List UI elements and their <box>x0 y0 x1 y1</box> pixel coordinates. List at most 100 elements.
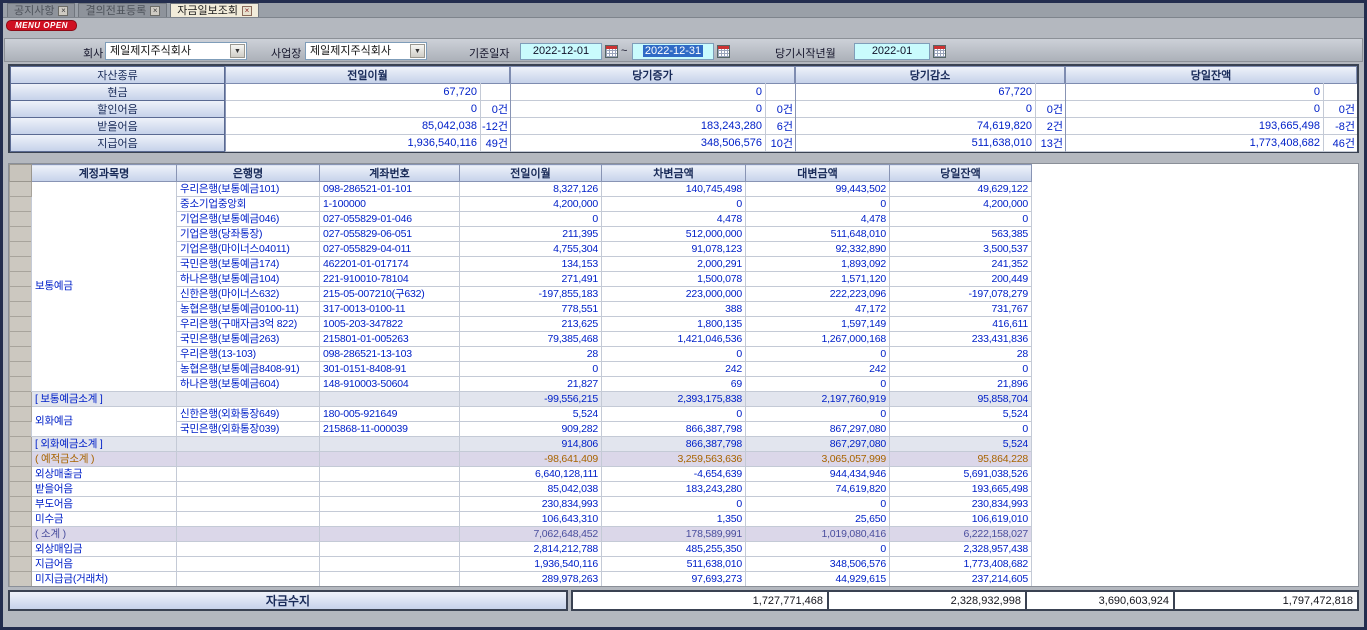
row-indicator[interactable] <box>10 332 32 347</box>
row-indicator[interactable] <box>10 242 32 257</box>
cell-debit: 0 <box>602 347 746 362</box>
calendar-icon[interactable] <box>933 45 946 58</box>
calendar-icon[interactable] <box>717 45 730 58</box>
cell-credit: 867,297,080 <box>746 422 890 437</box>
cell-prev: 0 <box>460 212 602 227</box>
row-indicator[interactable] <box>10 362 32 377</box>
site-select[interactable]: 제일제지주식회사 <box>305 42 427 60</box>
tab-close-icon[interactable] <box>58 6 68 16</box>
summary-count: 0건 <box>1323 100 1357 118</box>
chevron-down-icon[interactable] <box>230 44 245 58</box>
chevron-down-icon[interactable] <box>410 44 425 58</box>
row-indicator[interactable] <box>10 302 32 317</box>
cell-bank <box>177 392 320 407</box>
tab-close-icon[interactable] <box>150 6 160 16</box>
detail-header-bank[interactable]: 은행명 <box>177 165 320 182</box>
row-indicator[interactable] <box>10 392 32 407</box>
cell-accno <box>320 482 460 497</box>
summary-row-label[interactable]: 현금 <box>10 83 225 101</box>
cell-credit: 0 <box>746 197 890 212</box>
cell-credit: 1,597,149 <box>746 317 890 332</box>
row-indicator[interactable] <box>10 407 32 422</box>
detail-table: 계정과목명 은행명 계좌번호 전일이월 차변금액 대변금액 당일잔액 보통예금우… <box>9 164 1032 587</box>
company-select[interactable]: 제일제지주식회사 <box>105 42 247 60</box>
row-indicator[interactable] <box>10 422 32 437</box>
detail-header-prev-carryover[interactable]: 전일이월 <box>460 165 602 182</box>
cell-balance: 6,222,158,027 <box>890 527 1032 542</box>
cell-accno <box>320 452 460 467</box>
row-indicator[interactable] <box>10 572 32 587</box>
tab-voucher-entry[interactable]: 결의전표등록 <box>78 3 167 17</box>
row-indicator[interactable] <box>10 527 32 542</box>
detail-row: 보통예금우리은행(보통예금101)098-286521-01-1018,327,… <box>10 182 1032 197</box>
row-indicator[interactable] <box>10 227 32 242</box>
cell-credit: 1,571,120 <box>746 272 890 287</box>
row-indicator[interactable] <box>10 482 32 497</box>
summary-row-label[interactable]: 지급어음 <box>10 134 225 152</box>
cell-bank: 중소기업중앙회 <box>177 197 320 212</box>
row-indicator[interactable] <box>10 272 32 287</box>
row-indicator[interactable] <box>10 182 32 197</box>
menu-open-button[interactable]: MENU OPEN <box>6 20 77 31</box>
summary-count <box>1035 83 1065 101</box>
row-indicator[interactable] <box>10 377 32 392</box>
row-indicator[interactable] <box>10 467 32 482</box>
calendar-icon[interactable] <box>605 45 618 58</box>
cell-balance: 416,611 <box>890 317 1032 332</box>
tab-voucher-entry-label: 결의전표등록 <box>85 5 146 17</box>
cell-prev: 134,153 <box>460 257 602 272</box>
cell-prev: 213,625 <box>460 317 602 332</box>
row-indicator[interactable] <box>10 347 32 362</box>
summary-count: 0건 <box>1035 100 1065 118</box>
cell-accno <box>320 572 460 587</box>
summary-header-daily-balance: 당일잔액 <box>1065 66 1357 84</box>
row-indicator[interactable] <box>10 557 32 572</box>
row-indicator[interactable] <box>10 542 32 557</box>
cell-accno <box>320 542 460 557</box>
base-date-to-input[interactable]: 2022-12-31 <box>632 43 714 60</box>
row-indicator[interactable] <box>10 287 32 302</box>
row-indicator[interactable] <box>10 452 32 467</box>
summary-row-label[interactable]: 받을어음 <box>10 117 225 135</box>
tab-close-icon[interactable] <box>242 6 252 16</box>
period-start-input[interactable]: 2022-01 <box>854 43 930 60</box>
cell-prev: 1,936,540,116 <box>460 557 602 572</box>
cell-debit: 242 <box>602 362 746 377</box>
cell-balance: 563,385 <box>890 227 1032 242</box>
cell-prev: 230,834,993 <box>460 497 602 512</box>
cell-debit: 3,259,563,636 <box>602 452 746 467</box>
row-indicator[interactable] <box>10 497 32 512</box>
cell-accno <box>320 497 460 512</box>
cell-debit: 69 <box>602 377 746 392</box>
detail-header-account-no[interactable]: 계좌번호 <box>320 165 460 182</box>
row-indicator[interactable] <box>10 512 32 527</box>
row-indicator[interactable] <box>10 212 32 227</box>
cell-bank <box>177 557 320 572</box>
cell-balance: 0 <box>890 212 1032 227</box>
cell-accno: 317-0013-0100-11 <box>320 302 460 317</box>
detail-header-account[interactable]: 계정과목명 <box>32 165 177 182</box>
cell-balance: 2,328,957,438 <box>890 542 1032 557</box>
detail-header-credit[interactable]: 대변금액 <box>746 165 890 182</box>
cell-balance: 233,431,836 <box>890 332 1032 347</box>
detail-header-daily-balance[interactable]: 당일잔액 <box>890 165 1032 182</box>
row-indicator[interactable] <box>10 437 32 452</box>
row-indicator[interactable] <box>10 317 32 332</box>
cell-debit: -4,654,639 <box>602 467 746 482</box>
base-date-from-input[interactable]: 2022-12-01 <box>520 43 602 60</box>
tab-daily-fund-report[interactable]: 자금일보조회 <box>170 3 259 17</box>
company-label: 회사 <box>83 45 103 61</box>
cell-accno: 1005-203-347822 <box>320 317 460 332</box>
cell-credit: 3,065,057,999 <box>746 452 890 467</box>
detail-header-debit[interactable]: 차변금액 <box>602 165 746 182</box>
summary-amount: 74,619,820 <box>795 117 1035 135</box>
cell-bank <box>177 512 320 527</box>
row-indicator[interactable] <box>10 257 32 272</box>
detail-row: 미지급금(거래처)289,978,26397,693,27344,929,615… <box>10 572 1032 587</box>
row-indicator[interactable] <box>10 197 32 212</box>
summary-row-label[interactable]: 할인어음 <box>10 100 225 118</box>
tab-notice[interactable]: 공지사항 <box>7 3 75 17</box>
cell-balance: 0 <box>890 362 1032 377</box>
cell-prev: 778,551 <box>460 302 602 317</box>
cell-prev: -98,641,409 <box>460 452 602 467</box>
